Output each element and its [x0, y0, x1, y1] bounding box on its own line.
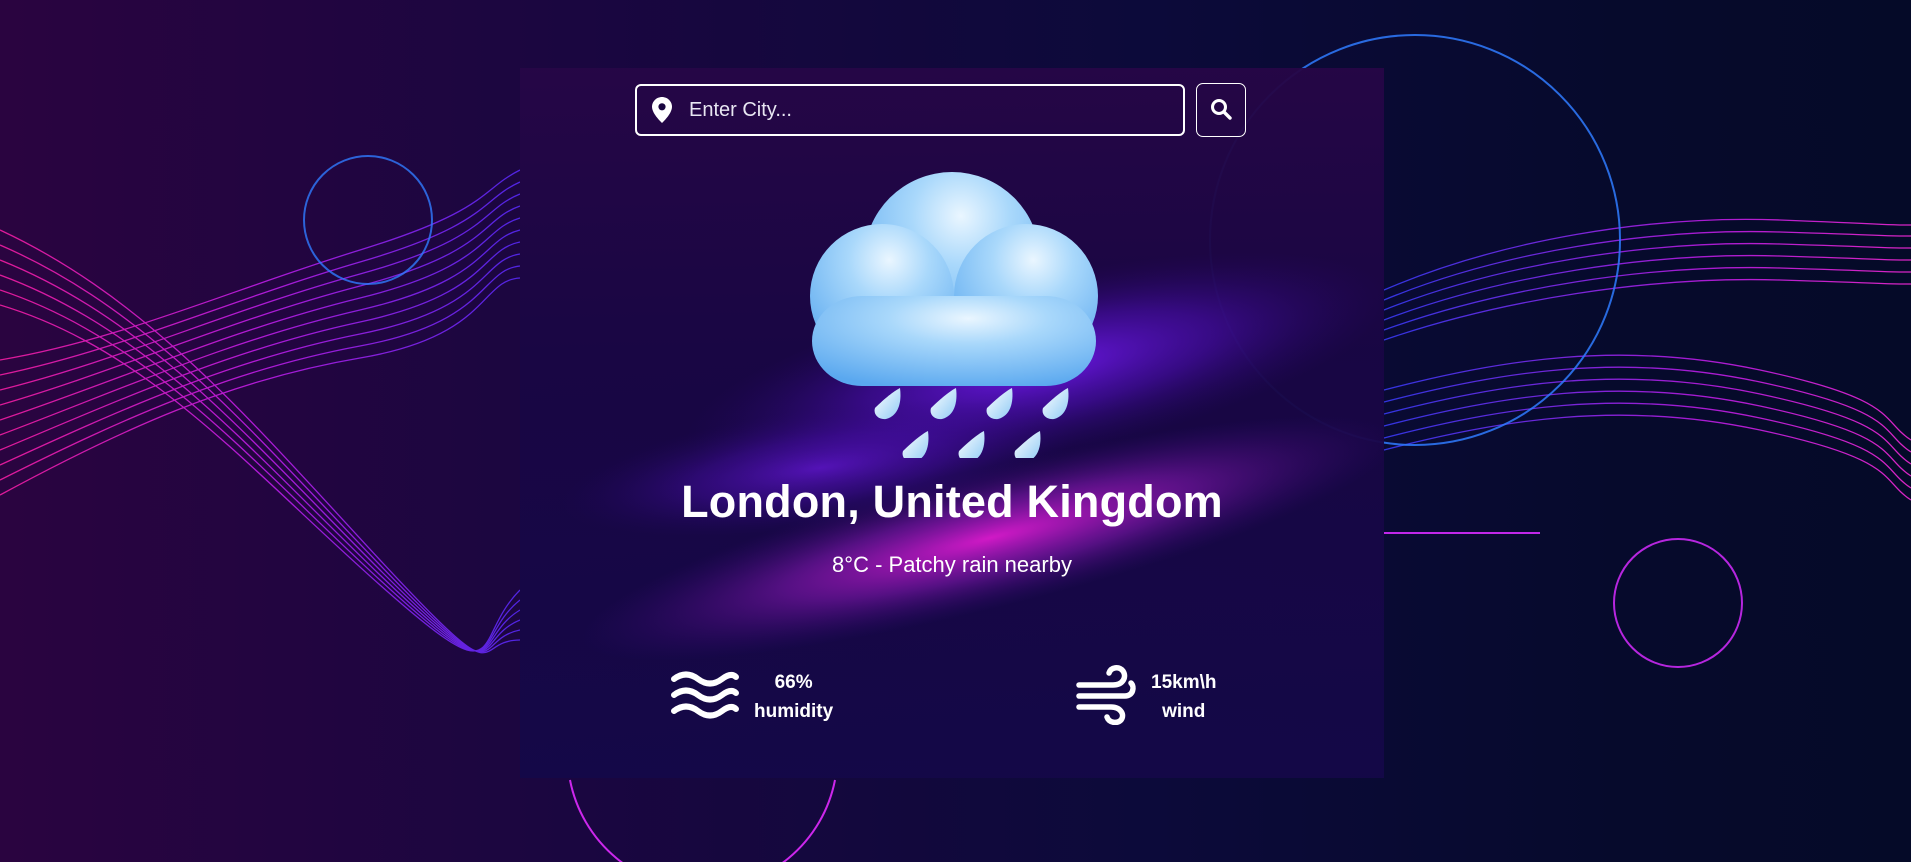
map-pin-icon	[651, 96, 673, 124]
wind-icon	[1075, 663, 1137, 730]
humidity-label: humidity	[754, 701, 834, 722]
humidity-stat: 66% humidity	[670, 668, 833, 726]
temperature-condition: 8°C - Patchy rain nearby	[832, 552, 1072, 577]
water-waves-icon	[670, 671, 740, 724]
search-row	[635, 83, 1246, 137]
search-field[interactable]	[635, 84, 1185, 136]
app-root: London, United Kingdom 8°C - Patchy rain…	[0, 0, 1911, 862]
magnifier-icon	[1210, 98, 1232, 123]
weather-card: London, United Kingdom 8°C - Patchy rain…	[520, 68, 1384, 778]
wind-value: 15km\h	[1151, 671, 1217, 693]
wind-stat: 15km\h wind	[1075, 663, 1216, 730]
wind-label: wind	[1162, 700, 1206, 722]
humidity-text: 66% humidity	[754, 668, 833, 726]
humidity-value: 66%	[774, 672, 813, 693]
search-button[interactable]	[1196, 83, 1246, 137]
location-title: London, United Kingdom	[681, 476, 1223, 527]
search-input[interactable]	[687, 89, 1183, 131]
wind-text: 15km\h wind	[1151, 668, 1216, 726]
rain-cloud-icon	[810, 172, 1098, 458]
